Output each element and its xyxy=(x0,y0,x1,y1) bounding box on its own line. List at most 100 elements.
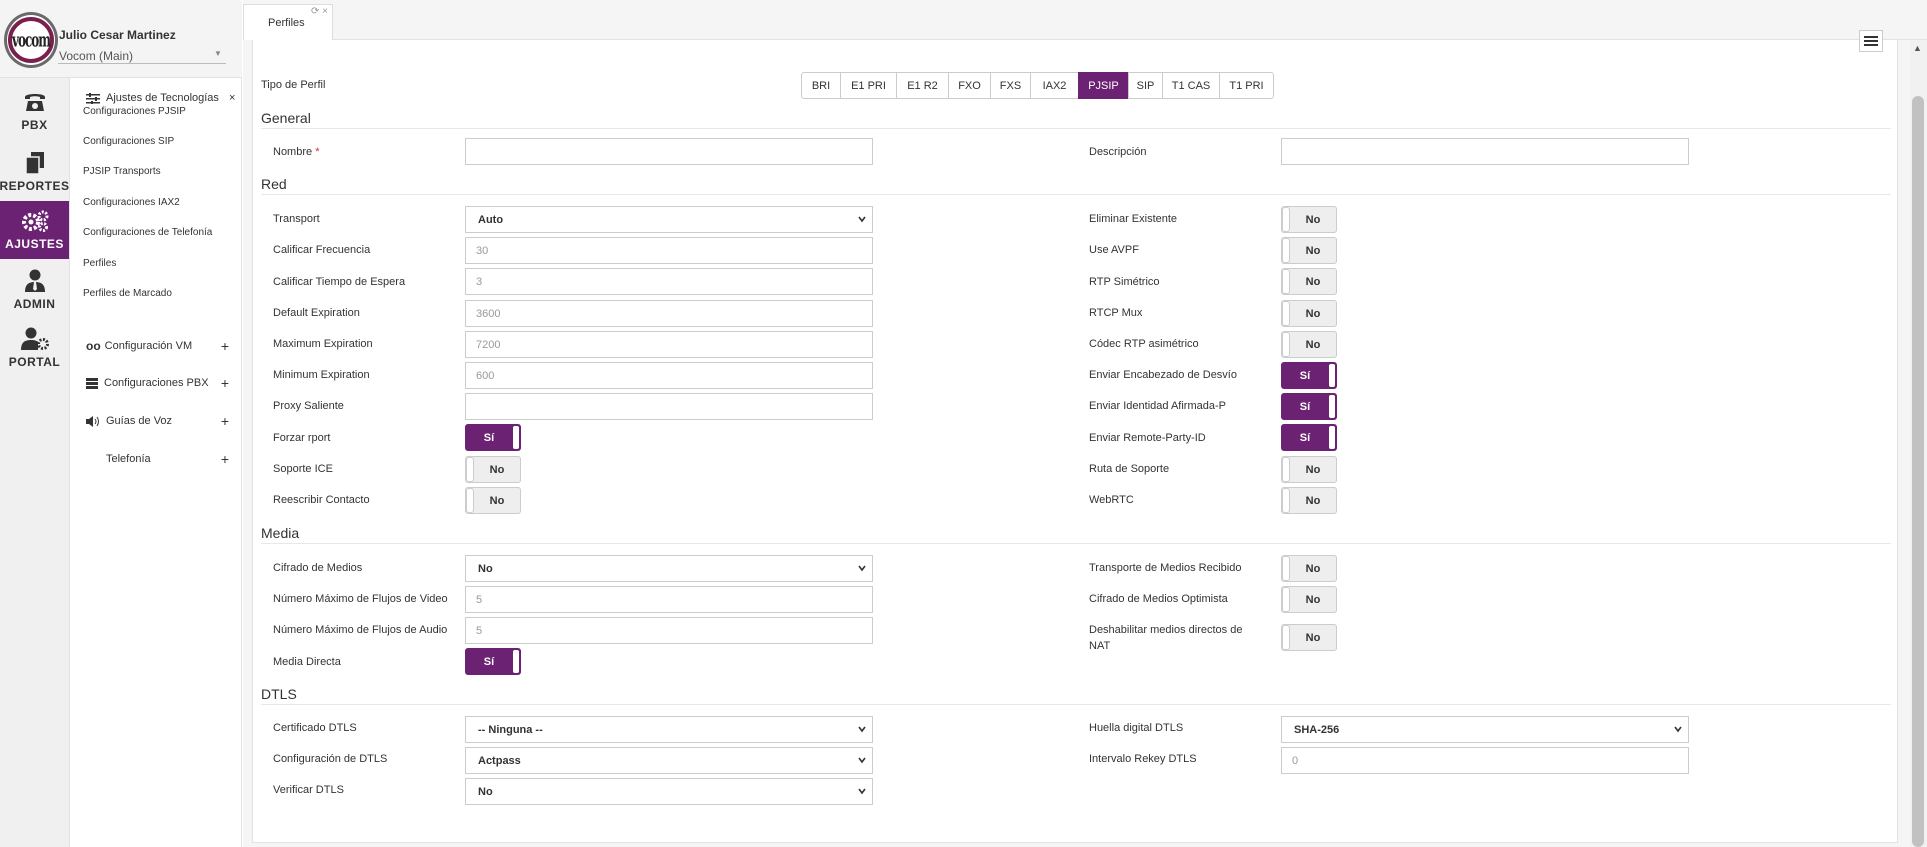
copy-icon xyxy=(24,151,46,175)
list-menu-icon[interactable] xyxy=(1859,30,1883,52)
expand-icon[interactable]: + xyxy=(221,338,229,354)
nombre-label: Nombre * xyxy=(273,146,320,158)
section-red: Red xyxy=(261,176,287,192)
identidad-afirmada-label: Enviar Identidad Afirmada-P xyxy=(1089,400,1226,412)
configuracion-dtls-select[interactable]: Actpass xyxy=(465,747,873,774)
company-selector[interactable]: Vocom (Main) xyxy=(59,49,133,63)
user-panel[interactable]: vocom Julio Cesar Martinez Vocom (Main) … xyxy=(0,0,242,78)
nombre-input[interactable] xyxy=(465,138,873,165)
submenu-link-sip[interactable]: Configuraciones SIP xyxy=(83,136,174,147)
deshabilitar-nat-toggle[interactable]: No xyxy=(1281,624,1337,651)
media-directa-label: Media Directa xyxy=(273,656,341,668)
section-general: General xyxy=(261,110,311,126)
forzar-rport-toggle[interactable]: Sí xyxy=(465,424,521,451)
media-directa-toggle[interactable]: Sí xyxy=(465,648,521,675)
type-btn-iax2[interactable]: IAX2 xyxy=(1030,72,1079,99)
verificar-dtls-label: Verificar DTLS xyxy=(273,784,344,796)
transporte-medios-label: Transporte de Medios Recibido xyxy=(1089,562,1242,574)
identidad-afirmada-toggle[interactable]: Sí xyxy=(1281,393,1337,420)
submenu-group-voz[interactable]: Guías de Voz + xyxy=(86,413,229,429)
type-btn-e1-r2[interactable]: E1 R2 xyxy=(896,72,949,99)
submenu-link-iax2[interactable]: Configuraciones IAX2 xyxy=(83,197,180,208)
profile-type-label: Tipo de Perfil xyxy=(261,79,326,91)
huella-dtls-select[interactable]: SHA-256 xyxy=(1281,716,1689,743)
cifrado-optimista-toggle[interactable]: No xyxy=(1281,586,1337,613)
webrtc-toggle[interactable]: No xyxy=(1281,487,1337,514)
expand-icon[interactable]: + xyxy=(221,375,229,391)
rekey-dtls-input[interactable] xyxy=(1281,747,1689,774)
submenu-panel: Ajustes de Tecnologías × Configuraciones… xyxy=(70,78,242,847)
submenu-link-pjsip[interactable]: Configuraciones PJSIP xyxy=(83,106,186,117)
rtcp-mux-toggle[interactable]: No xyxy=(1281,300,1337,327)
rtp-simetrico-toggle[interactable]: No xyxy=(1281,268,1337,295)
rail-label-admin: ADMIN xyxy=(13,297,56,311)
scrollbar-thumb[interactable] xyxy=(1912,96,1924,847)
gears-icon xyxy=(20,209,50,233)
divider xyxy=(261,128,1891,129)
codec-rtp-asimetrico-toggle[interactable]: No xyxy=(1281,331,1337,358)
chevron-down-icon xyxy=(858,216,866,223)
phone-icon xyxy=(23,90,47,114)
submenu-link-telefonia[interactable]: Configuraciones de Telefonía xyxy=(83,227,212,238)
transport-select[interactable]: Auto xyxy=(465,206,873,233)
minimum-expiration-input[interactable] xyxy=(465,362,873,389)
certificado-dtls-select[interactable]: -- Ninguna -- xyxy=(465,716,873,743)
submenu-group-vm[interactable]: oo Configuración VM + xyxy=(86,338,229,354)
type-btn-e1-pri[interactable]: E1 PRI xyxy=(840,72,897,99)
descripcion-input[interactable] xyxy=(1281,138,1689,165)
eliminar-existente-toggle[interactable]: No xyxy=(1281,206,1337,233)
configuracion-dtls-label: Configuración de DTLS xyxy=(273,753,388,765)
ruta-soporte-toggle[interactable]: No xyxy=(1281,456,1337,483)
divider xyxy=(261,543,1891,544)
verificar-dtls-select[interactable]: No xyxy=(465,778,873,805)
type-btn-fxo[interactable]: FXO xyxy=(948,72,991,99)
rail-item-ajustes[interactable]: AJUSTES xyxy=(0,201,69,259)
type-btn-fxs[interactable]: FXS xyxy=(990,72,1031,99)
tab-actions-icon[interactable]: ⟳ × xyxy=(311,6,328,17)
scroll-up-icon[interactable]: ▲ xyxy=(1913,43,1922,53)
proxy-saliente-label: Proxy Saliente xyxy=(273,400,344,412)
expand-icon[interactable]: + xyxy=(221,413,229,429)
encabezado-desvio-toggle[interactable]: Sí xyxy=(1281,362,1337,389)
type-btn-t1-cas[interactable]: T1 CAS xyxy=(1162,72,1220,99)
transporte-medios-toggle[interactable]: No xyxy=(1281,555,1337,582)
submenu-group-telefonia[interactable]: Telefonía + xyxy=(86,451,229,467)
rail-item-admin[interactable]: ADMIN xyxy=(0,261,69,319)
max-flujos-audio-label: Número Máximo de Flujos de Audio xyxy=(273,624,448,636)
cifrado-medios-select[interactable]: No xyxy=(465,555,873,582)
calificar-frecuencia-label: Calificar Frecuencia xyxy=(273,244,371,256)
max-flujos-video-input[interactable] xyxy=(465,586,873,613)
type-btn-sip[interactable]: SIP xyxy=(1128,72,1163,99)
submenu-header: Ajustes de Tecnologías xyxy=(86,92,219,104)
remote-party-id-toggle[interactable]: Sí xyxy=(1281,424,1337,451)
close-icon[interactable]: × xyxy=(229,92,235,104)
expand-icon[interactable]: + xyxy=(221,451,229,467)
use-avpf-toggle[interactable]: No xyxy=(1281,237,1337,264)
type-btn-pjsip[interactable]: PJSIP xyxy=(1078,72,1129,99)
rail-item-reportes[interactable]: REPORTES xyxy=(0,143,69,201)
user-gear-icon xyxy=(20,327,49,351)
submenu-group-label: Configuración VM xyxy=(104,340,193,352)
proxy-saliente-input[interactable] xyxy=(465,393,873,420)
submenu-group-pbx[interactable]: Configuraciones PBX + xyxy=(86,375,229,391)
rail-item-portal[interactable]: PORTAL xyxy=(0,319,69,377)
caret-down-icon[interactable]: ▼ xyxy=(214,49,222,58)
type-btn-t1-pri[interactable]: T1 PRI xyxy=(1219,72,1274,99)
soporte-ice-toggle[interactable]: No xyxy=(465,456,521,483)
submenu-link-perfiles-marcado[interactable]: Perfiles de Marcado xyxy=(83,288,172,299)
type-btn-bri[interactable]: BRI xyxy=(801,72,841,99)
submenu-link-perfiles[interactable]: Perfiles xyxy=(83,258,116,269)
calificar-frecuencia-input[interactable] xyxy=(465,237,873,264)
default-expiration-input[interactable] xyxy=(465,300,873,327)
tab-perfiles[interactable]: Perfiles ⟳ × xyxy=(243,4,333,40)
chevron-down-icon xyxy=(858,757,866,764)
eliminar-existente-label: Eliminar Existente xyxy=(1089,213,1178,225)
reescribir-contacto-toggle[interactable]: No xyxy=(465,487,521,514)
calificar-tiempo-input[interactable] xyxy=(465,268,873,295)
chevron-down-icon xyxy=(858,565,866,572)
maximum-expiration-input[interactable] xyxy=(465,331,873,358)
user-name: Julio Cesar Martinez xyxy=(59,28,176,42)
rail-item-pbx[interactable]: PBX xyxy=(0,82,69,140)
submenu-link-pjsip-transports[interactable]: PJSIP Transports xyxy=(83,166,161,177)
max-flujos-audio-input[interactable] xyxy=(465,617,873,644)
